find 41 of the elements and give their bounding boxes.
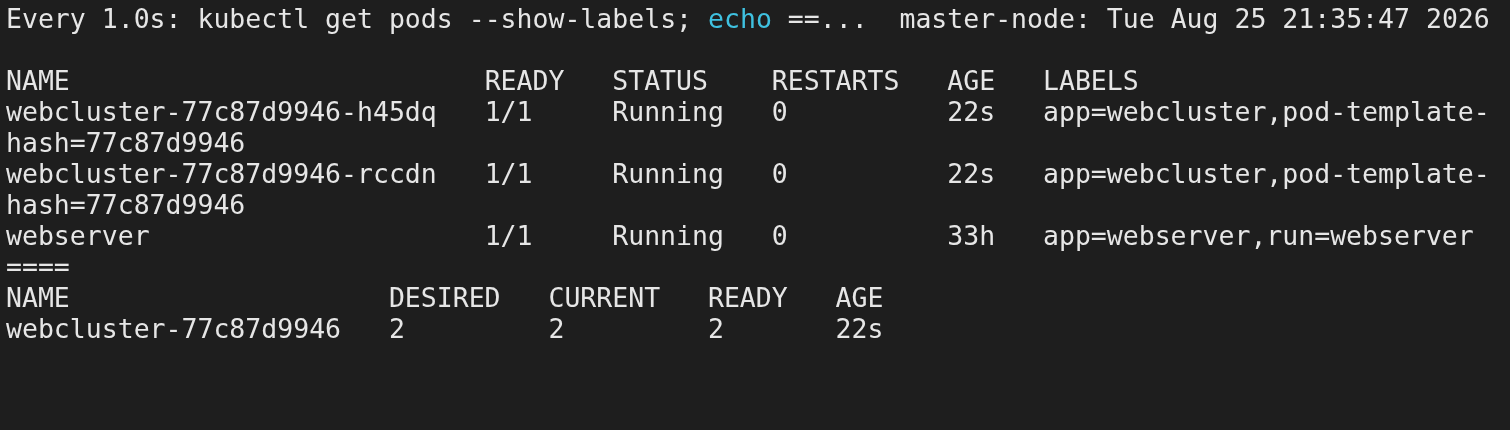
table-cell-text: 1/1 <box>484 220 534 251</box>
table-cell: app=webcluster,pod-template- <box>1043 96 1490 127</box>
column-header: CURRENT <box>548 282 662 313</box>
table-cell-text: webcluster-77c87d9946-h45dq <box>6 96 438 127</box>
table-cell: app=webcluster,pod-template- <box>1043 158 1490 189</box>
table-cell-text: 22s <box>835 313 885 344</box>
column-header: READY <box>484 65 566 96</box>
table-cell-text: 2 <box>548 313 566 344</box>
table-cell-text: 22s <box>947 96 997 127</box>
table-cell: hash=77c87d9946 <box>6 189 246 220</box>
column-header: AGE <box>947 65 997 96</box>
column-header: AGE <box>835 282 885 313</box>
table-cell-text: Running <box>612 158 725 189</box>
table-cell-text: 0 <box>771 158 789 189</box>
command-text: ==... <box>787 3 868 34</box>
column-header: DESIRED <box>388 282 502 313</box>
table-cell-text: Running <box>612 220 725 251</box>
table-cell-text: 1/1 <box>484 96 534 127</box>
table-cell: app=webserver,run=webserver <box>1043 220 1474 251</box>
column-header: NAME <box>6 65 71 96</box>
table-cell-text: 2 <box>707 313 725 344</box>
table-cell-text: 0 <box>771 220 789 251</box>
column-header: RESTARTS <box>771 65 901 96</box>
table-cell-text: webcluster-77c87d9946 <box>6 313 343 344</box>
table-cell-text: 22s <box>947 158 997 189</box>
column-header: STATUS <box>612 65 709 96</box>
table-cell-text: Running <box>612 96 725 127</box>
table-cell-text: webcluster-77c87d9946-rccdn <box>6 158 438 189</box>
table-cell: hash=77c87d9946 <box>6 127 246 158</box>
host-time-text: master-node: Tue Aug 25 21:35:47 2026 <box>899 3 1490 34</box>
column-header: READY <box>707 282 789 313</box>
column-header: LABELS <box>1043 65 1139 96</box>
separator-text: ==== <box>6 251 70 282</box>
command-keyword: echo <box>708 3 772 34</box>
table-cell-text: 2 <box>388 313 406 344</box>
table-cell-text: webserver <box>6 220 151 251</box>
column-header: NAME <box>6 282 71 313</box>
table-cell-text: 33h <box>947 220 997 251</box>
command-text: Every 1.0s: kubectl get pods --show-labels; <box>6 3 693 34</box>
table-cell-text: 1/1 <box>484 158 534 189</box>
table-cell-text: 0 <box>771 96 789 127</box>
